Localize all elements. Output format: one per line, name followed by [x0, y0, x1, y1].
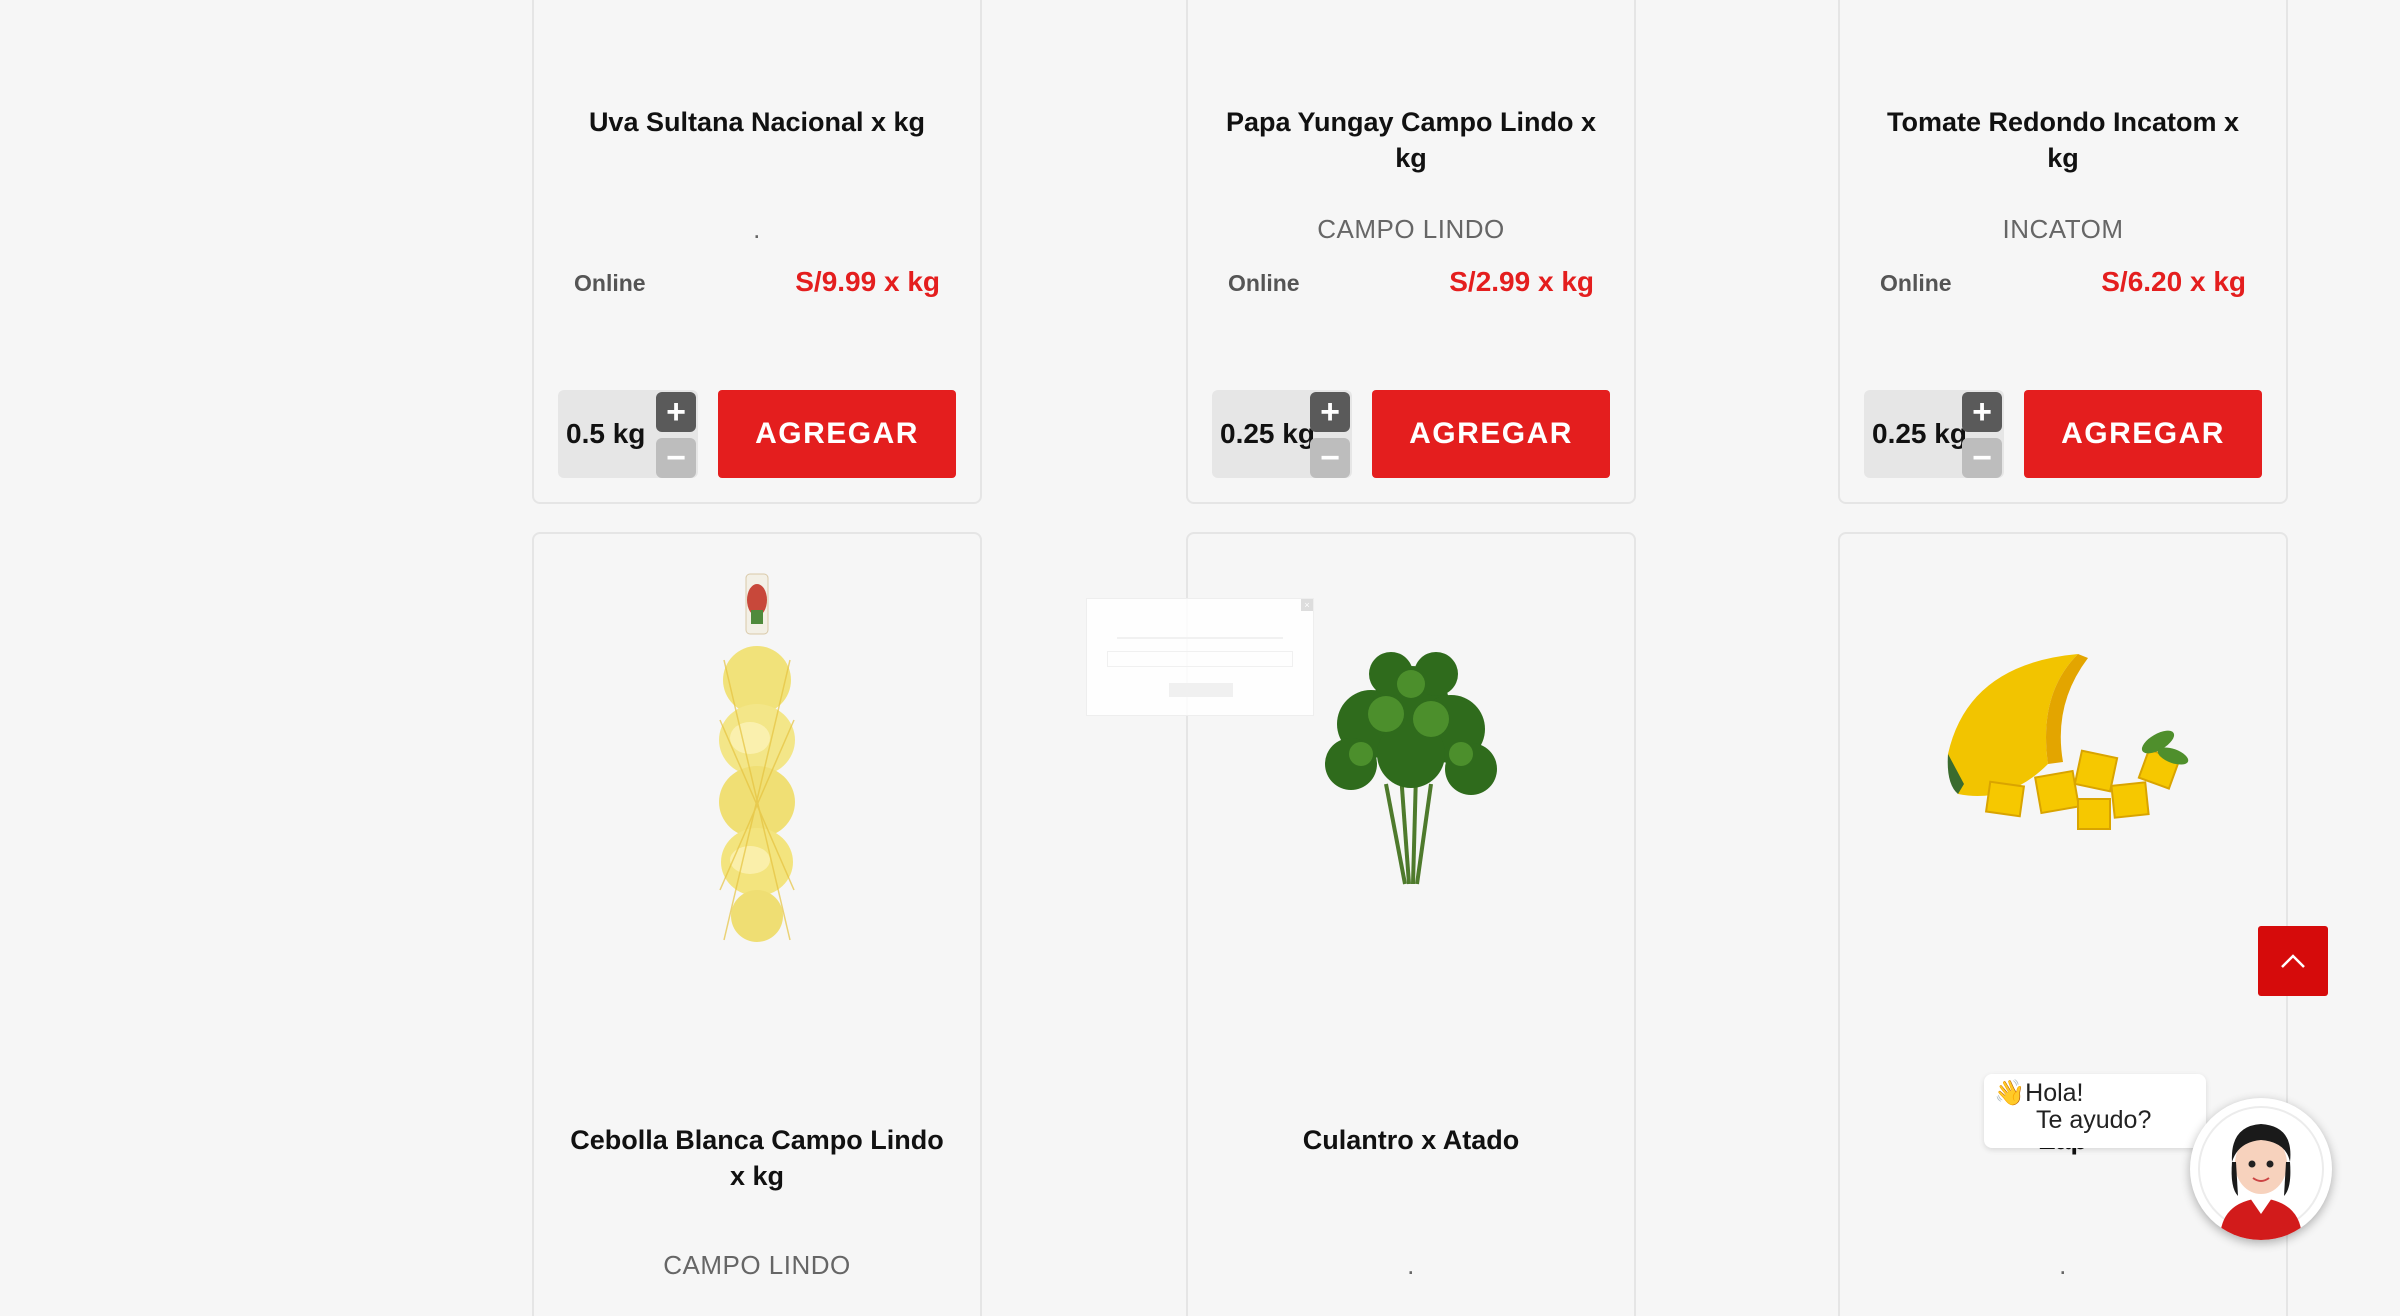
quantity-value: 0.5 kg [566, 418, 646, 449]
popup-line [1117, 637, 1283, 639]
product-brand: . [753, 214, 761, 244]
add-to-cart-button[interactable]: AGREGAR [718, 390, 956, 478]
product-card-cebolla[interactable]: Cebolla Blanca Campo Lindo x kg CAMPO LI… [532, 532, 982, 1316]
product-brand: INCATOM [2002, 214, 2124, 244]
product-card-tomate[interactable]: Tomate Redondo Incatom x kg INCATOM Onli… [1838, 0, 2288, 504]
product-brand: CAMPO LINDO [663, 1250, 851, 1280]
wave-icon: 👋 [1994, 1079, 2026, 1107]
product-name[interactable]: Uva Sultana Nacional x kg [564, 104, 950, 140]
price-channel: Online [574, 270, 646, 296]
price-line: Online S/6.20 x kg [1880, 266, 2246, 298]
popup-close-icon: × [1301, 599, 1313, 611]
quantity-value: 0.25 kg [1872, 418, 1967, 449]
increase-quantity-button[interactable]: + [1962, 392, 2002, 432]
assistant-avatar-icon [2198, 1106, 2324, 1240]
add-to-cart-button[interactable]: AGREGAR [2024, 390, 2262, 478]
product-price: S/2.99 x kg [1449, 266, 1594, 297]
add-to-cart-button[interactable]: AGREGAR [1372, 390, 1610, 478]
pumpkin-image[interactable] [1928, 634, 2198, 854]
product-name[interactable]: Papa Yungay Campo Lindo x kg [1218, 104, 1604, 176]
chat-line-1: Hola! [2025, 1079, 2084, 1107]
increase-quantity-button[interactable]: + [656, 392, 696, 432]
popup-button [1169, 683, 1233, 697]
quantity-value: 0.25 kg [1220, 418, 1315, 449]
product-brand: . [2059, 1250, 2067, 1280]
product-brand: . [1407, 1250, 1415, 1280]
decrease-quantity-button[interactable]: − [1310, 438, 1350, 478]
quantity-stepper[interactable]: 0.25 kg + − [1864, 390, 2004, 478]
chevron-up-icon [2281, 954, 2305, 968]
product-card-uva[interactable]: Uva Sultana Nacional x kg . Online S/9.9… [532, 0, 982, 504]
chat-assistant-avatar[interactable] [2190, 1098, 2332, 1240]
decrease-quantity-button[interactable]: − [1962, 438, 2002, 478]
price-channel: Online [1228, 270, 1300, 296]
product-price: S/6.20 x kg [2101, 266, 2246, 297]
product-price: S/9.99 x kg [795, 266, 940, 297]
chat-greeting-bubble[interactable]: 👋Hola! Te ayudo? [1984, 1074, 2206, 1148]
price-line: Online S/9.99 x kg [574, 266, 940, 298]
product-name[interactable]: Tomate Redondo Incatom x kg [1870, 104, 2256, 176]
onion-bag-image[interactable] [702, 570, 812, 950]
product-name[interactable]: Culantro x Atado [1218, 1122, 1604, 1158]
scroll-top-button[interactable] [2258, 926, 2328, 996]
price-channel: Online [1880, 270, 1952, 296]
quantity-stepper[interactable]: 0.5 kg + − [558, 390, 698, 478]
chat-line-2: Te ayudo? [2036, 1106, 2152, 1134]
cilantro-image[interactable] [1291, 634, 1531, 894]
product-brand: CAMPO LINDO [1317, 214, 1505, 244]
popup-input [1107, 651, 1293, 667]
quantity-stepper[interactable]: 0.25 kg + − [1212, 390, 1352, 478]
price-line: Online S/2.99 x kg [1228, 266, 1594, 298]
faint-popup-overlay: × [1086, 598, 1314, 716]
product-name[interactable]: Cebolla Blanca Campo Lindo x kg [564, 1122, 950, 1194]
decrease-quantity-button[interactable]: − [656, 438, 696, 478]
increase-quantity-button[interactable]: + [1310, 392, 1350, 432]
product-card-papa[interactable]: Papa Yungay Campo Lindo x kg CAMPO LINDO… [1186, 0, 1636, 504]
